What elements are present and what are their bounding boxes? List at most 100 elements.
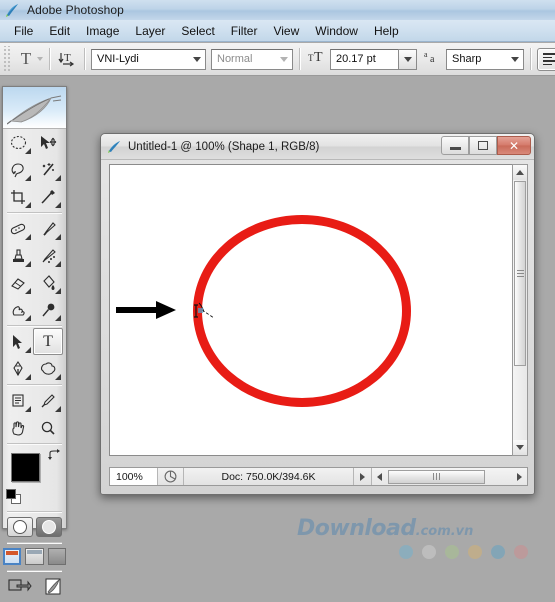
- crop-tool[interactable]: [3, 183, 33, 210]
- options-separator-1: [49, 48, 50, 70]
- toolbox-divider: [7, 212, 62, 213]
- document-titlebar[interactable]: Untitled-1 @ 100% (Shape 1, RGB/8) ✕: [101, 134, 534, 160]
- align-left-icon[interactable]: [537, 47, 555, 71]
- smudge-tool[interactable]: [3, 296, 33, 323]
- path-selection-tool[interactable]: [3, 328, 33, 355]
- horizontal-scrollbar[interactable]: [371, 468, 527, 485]
- font-family-select[interactable]: VNI-Lydi: [91, 48, 206, 70]
- healing-brush-tool[interactable]: [3, 215, 33, 242]
- font-size-dropdown-button[interactable]: [398, 48, 417, 70]
- chevron-down-icon[interactable]: [189, 56, 205, 62]
- document-info-text: Doc: 750.0K/394.6K: [221, 470, 316, 483]
- options-bar-drag-grip[interactable]: [2, 46, 10, 72]
- feather-banner-icon[interactable]: [3, 87, 66, 129]
- jump-to-imageready-icon[interactable]: [7, 577, 32, 597]
- jump-to-feather-icon[interactable]: [38, 577, 62, 597]
- zoom-tool[interactable]: [33, 414, 63, 441]
- font-size-input[interactable]: 20.17 pt: [330, 48, 398, 70]
- foreground-color-swatch[interactable]: [11, 453, 40, 482]
- watermark-dot: [445, 545, 459, 559]
- tool-row: [3, 129, 66, 156]
- tool-preset-picker[interactable]: T: [15, 48, 43, 70]
- minimize-button[interactable]: [441, 136, 469, 155]
- chevron-down-icon[interactable]: [507, 56, 523, 62]
- menu-item-layer[interactable]: Layer: [127, 22, 173, 40]
- watermark-dot: [399, 545, 413, 559]
- scroll-left-button[interactable]: [372, 468, 387, 485]
- menu-item-help[interactable]: Help: [366, 22, 407, 40]
- magic-wand-tool[interactable]: [33, 156, 63, 183]
- eraser-tool[interactable]: [3, 269, 33, 296]
- quick-mask-mode[interactable]: [36, 517, 62, 537]
- standard-screen-mode[interactable]: [3, 548, 22, 565]
- toolbox-divider: [7, 511, 62, 512]
- menu-item-filter[interactable]: Filter: [223, 22, 266, 40]
- horizontal-type-tool[interactable]: T: [33, 328, 63, 355]
- restore-button[interactable]: [469, 136, 497, 155]
- standard-mask-mode[interactable]: [7, 517, 33, 537]
- scroll-down-button[interactable]: [513, 440, 527, 455]
- tool-row: T: [3, 328, 66, 355]
- hand-tool[interactable]: [3, 414, 33, 441]
- text-orientation-icon[interactable]: T: [56, 48, 78, 70]
- menu-item-file[interactable]: File: [6, 22, 41, 40]
- menu-item-edit[interactable]: Edit: [41, 22, 78, 40]
- canvas-area[interactable]: [109, 164, 513, 456]
- menu-item-view[interactable]: View: [265, 22, 307, 40]
- anti-alias-select[interactable]: Sharp: [446, 48, 524, 70]
- menu-item-select[interactable]: Select: [173, 22, 222, 40]
- document-photoshop-icon: [108, 140, 122, 154]
- pointer-arrow-annotation: [116, 299, 178, 321]
- notes-tool[interactable]: [3, 387, 33, 414]
- watermark-dot: [422, 545, 436, 559]
- swap-colors-icon[interactable]: [48, 449, 61, 462]
- dodge-burn-tool[interactable]: [33, 296, 63, 323]
- clone-stamp-tool[interactable]: [3, 242, 33, 269]
- tool-row: [3, 387, 66, 414]
- eyedropper-tool[interactable]: [33, 387, 63, 414]
- tool-row: [3, 215, 66, 242]
- brush-tool[interactable]: [33, 215, 63, 242]
- document-title: Untitled-1 @ 100% (Shape 1, RGB/8): [128, 140, 320, 153]
- toolbox-divider: [7, 570, 62, 571]
- red-ellipse-path[interactable]: [193, 215, 411, 407]
- tool-row: [3, 296, 66, 323]
- anti-alias-icon: a a: [424, 49, 442, 69]
- full-screen-with-menubar-mode[interactable]: [25, 548, 44, 565]
- menu-item-image[interactable]: Image: [78, 22, 127, 40]
- pen-tool[interactable]: [3, 355, 33, 382]
- watermark-dots: [399, 545, 547, 559]
- paint-bucket-tool[interactable]: [33, 269, 63, 296]
- move-tool[interactable]: [33, 129, 63, 156]
- photoshop-logo-icon: [5, 3, 20, 18]
- chevron-down-icon[interactable]: [276, 56, 292, 62]
- status-preview-icon[interactable]: [158, 468, 184, 485]
- zoom-level-input[interactable]: 100%: [110, 468, 158, 485]
- elliptical-marquee-tool[interactable]: [3, 129, 33, 156]
- svg-text:a: a: [430, 54, 435, 65]
- custom-shape-tool[interactable]: [33, 355, 63, 382]
- font-style-select[interactable]: Normal: [211, 48, 293, 70]
- full-screen-mode[interactable]: [47, 548, 67, 565]
- default-colors-icon[interactable]: [6, 489, 21, 504]
- scroll-right-button[interactable]: [512, 468, 527, 485]
- watermark-brand: Download: [297, 516, 416, 541]
- vertical-scrollbar[interactable]: [512, 164, 528, 456]
- history-brush-tool[interactable]: [33, 242, 63, 269]
- menu-item-window[interactable]: Window: [307, 22, 366, 40]
- horizontal-scroll-thumb[interactable]: [388, 469, 485, 484]
- font-size-icon: T T: [308, 49, 326, 69]
- close-button[interactable]: ✕: [497, 136, 531, 155]
- toolbox-divider: [7, 443, 62, 444]
- watermark-dot: [514, 545, 528, 559]
- document-window: Untitled-1 @ 100% (Shape 1, RGB/8) ✕ 100…: [100, 133, 535, 495]
- toolbox-divider: [7, 542, 62, 543]
- scroll-up-button[interactable]: [513, 165, 527, 180]
- vertical-scroll-thumb[interactable]: [514, 181, 526, 366]
- lasso-tool[interactable]: [3, 156, 33, 183]
- watermark: Download.com.vn: [297, 516, 547, 562]
- status-more-arrow-icon[interactable]: [353, 468, 371, 485]
- type-tool-icon: T: [20, 49, 32, 68]
- slice-tool[interactable]: [33, 183, 63, 210]
- chevron-down-icon[interactable]: [37, 57, 43, 61]
